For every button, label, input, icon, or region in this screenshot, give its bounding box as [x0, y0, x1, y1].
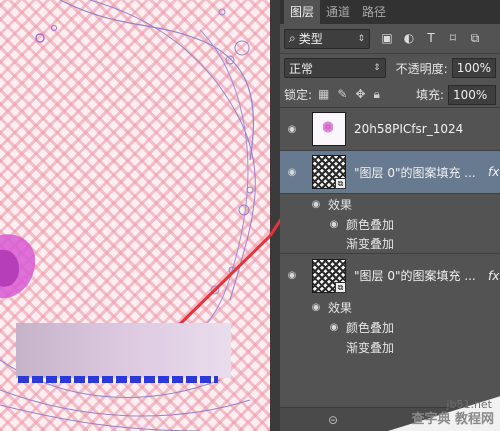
effects-header[interactable]: ◉ 效果 [280, 297, 500, 317]
canvas-panel-divider [270, 0, 280, 431]
blue-text-fragment [18, 376, 218, 383]
layer-name: "图层 0"的图案填充 ... [354, 165, 476, 180]
fx-icon[interactable]: fx [488, 165, 500, 179]
panel-tab-bar: 图层 通道 路径 [280, 0, 500, 24]
filter-kind-select[interactable]: ⌕ 类型 ⇕ [284, 28, 370, 49]
visibility-eye-icon[interactable]: ◉ [280, 124, 304, 135]
smart-object-badge-icon: ⧉ [335, 178, 346, 189]
lock-fill-row: 锁定: ▦ ✎ ✥ 🔒︎ 填充: 100% [280, 82, 500, 108]
visibility-eye-icon[interactable]: ◉ [280, 167, 304, 178]
effect-name: 渐变叠加 [346, 237, 395, 251]
effect-row[interactable]: 渐变叠加 [280, 234, 500, 254]
layer-thumbnail: ⧉ [312, 258, 346, 293]
layer-row-selected[interactable]: ◉ ⧉ "图层 0"的图案填充 ... fx [280, 151, 500, 194]
tab-channels[interactable]: 通道 [320, 0, 356, 24]
layer-name: "图层 0"的图案填充 ... [354, 269, 476, 283]
lock-label: 锁定: [284, 88, 313, 102]
layers-list: ◉ 20h58PICfsr_1024 ◉ ⧉ "图层 0"的图案填充 ... f… [280, 108, 500, 357]
blend-opacity-row: 正常 ⇕ 不透明度: 100% [280, 54, 500, 82]
layer-thumbnail [312, 112, 346, 146]
layers-panel: 图层 通道 路径 ⌕ 类型 ⇕ ▣ ◐ T ⌑ ⧉ 正常 ⇕ 不透明度: 100… [280, 0, 500, 431]
layer-name: 20h58PICfsr_1024 [354, 122, 464, 136]
effect-name: 颜色叠加 [346, 217, 395, 232]
effect-row[interactable]: 渐变叠加 [280, 337, 500, 357]
document-canvas[interactable] [0, 0, 270, 431]
effect-name: 颜色叠加 [346, 320, 395, 335]
filter-kind-label: 类型 [298, 32, 323, 46]
image-filter-icon[interactable]: ▣ [380, 31, 394, 46]
effect-row[interactable]: ◉ 颜色叠加 [280, 317, 500, 337]
layer-thumbnail: ⧉ [312, 155, 346, 189]
updown-arrow-icon: ⇕ [373, 63, 381, 73]
shape-filter-icon[interactable]: ⌑ [446, 31, 460, 46]
effects-label: 效果 [328, 197, 353, 212]
filter-icons: ▣ ◐ T ⌑ ⧉ [380, 31, 482, 46]
lock-transparent-pixels-icon[interactable]: ▦ [318, 87, 329, 102]
smart-object-filter-icon[interactable]: ⧉ [468, 31, 482, 46]
tab-layers[interactable]: 图层 [284, 0, 321, 24]
smart-object-badge-icon: ⧉ [335, 281, 346, 293]
effect-name: 渐变叠加 [346, 340, 395, 355]
lock-image-pixels-icon[interactable]: ✎ [337, 87, 347, 102]
link-layers-icon[interactable]: ⊝ [328, 413, 338, 427]
layer-filter-row: ⌕ 类型 ⇕ ▣ ◐ T ⌑ ⧉ [280, 24, 500, 54]
visibility-eye-icon[interactable]: ◉ [304, 302, 328, 313]
effect-row[interactable]: ◉ 颜色叠加 [280, 214, 500, 234]
visibility-eye-icon[interactable]: ◉ [322, 322, 346, 333]
visibility-eye-icon[interactable]: ◉ [322, 219, 346, 230]
adjustment-filter-icon[interactable]: ◐ [402, 31, 416, 46]
blend-mode-select[interactable]: 正常 ⇕ [284, 58, 386, 78]
opacity-field[interactable]: 100% [451, 58, 496, 78]
frosted-overlay-rectangle [16, 323, 231, 378]
search-icon: ⌕ [289, 31, 296, 45]
updown-arrow-icon: ⇕ [357, 33, 365, 44]
opacity-label: 不透明度: [395, 61, 448, 76]
layer-row[interactable]: ◉ ⧉ "图层 0"的图案填充 ... fx [280, 254, 500, 297]
lock-all-icon[interactable]: 🔒︎ [374, 87, 380, 102]
lock-position-icon[interactable]: ✥ [355, 87, 365, 102]
fx-icon[interactable]: fx [488, 269, 500, 283]
visibility-eye-icon[interactable]: ◉ [280, 270, 304, 281]
blend-mode-value: 正常 [289, 61, 314, 76]
layer-row[interactable]: ◉ 20h58PICfsr_1024 [280, 108, 500, 151]
lock-icons: ▦ ✎ ✥ 🔒︎ [318, 87, 380, 102]
effects-header[interactable]: ◉ 效果 [280, 194, 500, 214]
fill-label: 填充: [415, 88, 444, 102]
effects-label: 效果 [328, 300, 353, 315]
type-filter-icon[interactable]: T [424, 31, 438, 46]
tab-paths[interactable]: 路径 [356, 0, 392, 24]
fill-field[interactable]: 100% [448, 84, 496, 105]
visibility-eye-icon[interactable]: ◉ [304, 199, 328, 210]
watermark-text: 查字典 教程网 [411, 412, 494, 427]
